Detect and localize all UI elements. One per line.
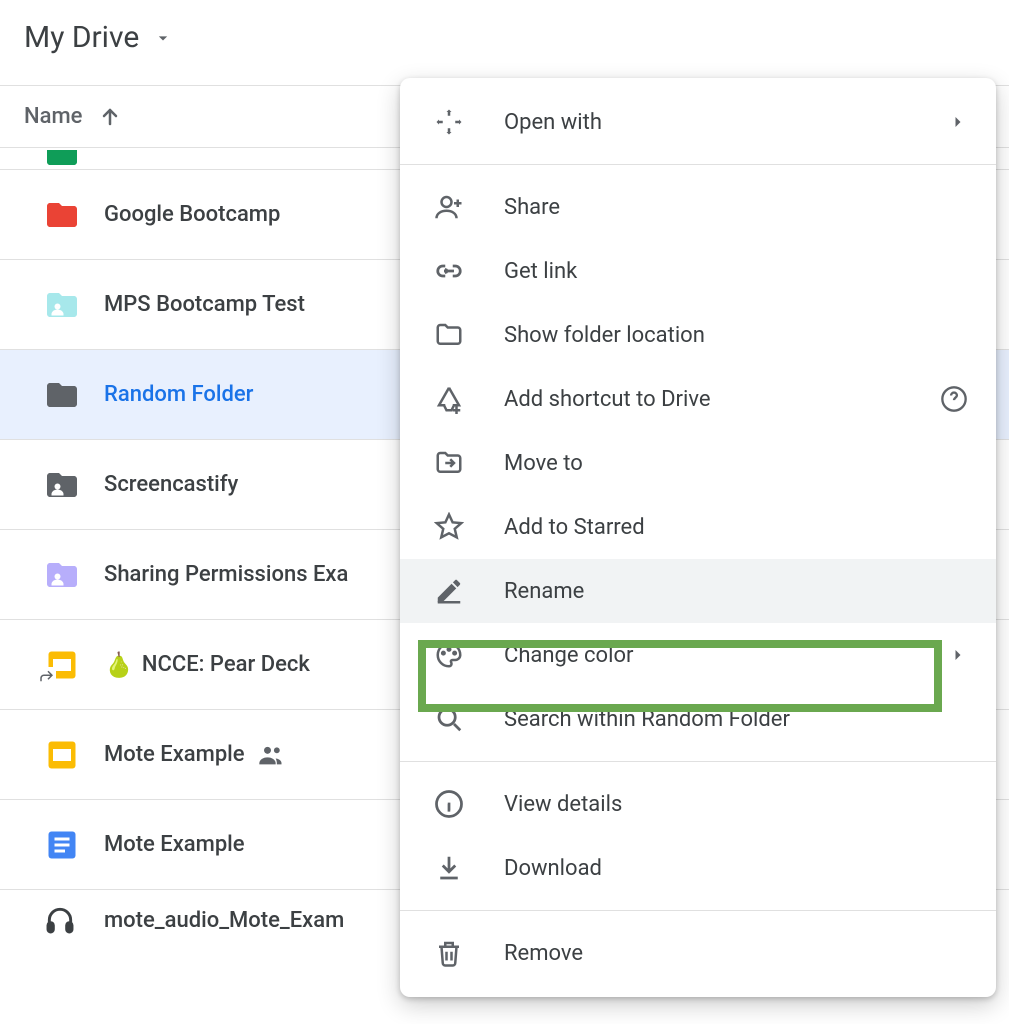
slides-shortcut-icon (44, 647, 104, 683)
shared-folder-icon (44, 287, 104, 323)
menu-add-starred[interactable]: Add to Starred (400, 495, 996, 559)
star-outline-icon (434, 512, 504, 542)
breadcrumb[interactable]: My Drive (0, 0, 1009, 85)
info-icon (434, 789, 504, 819)
search-icon (434, 704, 504, 734)
rename-icon (434, 576, 504, 606)
menu-label: Open with (504, 110, 948, 135)
breadcrumb-title: My Drive (24, 20, 139, 55)
folder-outline-icon (434, 320, 504, 350)
file-name: NCCE: Pear Deck (142, 652, 310, 677)
help-icon[interactable] (940, 385, 968, 413)
menu-view-details[interactable]: View details (400, 772, 996, 836)
folder-icon (44, 150, 104, 168)
shared-folder-icon (44, 557, 104, 593)
file-name: mote_audio_Mote_Exam (104, 908, 344, 933)
file-name: Random Folder (104, 382, 253, 407)
shared-icon (257, 741, 285, 769)
folder-icon (44, 377, 104, 413)
menu-label: Download (504, 856, 968, 881)
menu-separator (400, 164, 996, 165)
menu-open-with[interactable]: Open with (400, 90, 996, 154)
docs-icon (44, 827, 104, 863)
pear-icon: 🍐 (104, 651, 134, 679)
menu-label: Rename (504, 579, 968, 604)
menu-label: Change color (504, 643, 948, 668)
chevron-right-icon (948, 645, 968, 665)
file-name: Google Bootcamp (104, 202, 280, 227)
menu-change-color[interactable]: Change color (400, 623, 996, 687)
file-name: Sharing Permissions Exa (104, 562, 348, 587)
menu-label: Search within Random Folder (504, 707, 968, 732)
menu-label: Get link (504, 259, 968, 284)
file-name: MPS Bootcamp Test (104, 292, 305, 317)
download-icon (434, 853, 504, 883)
menu-get-link[interactable]: Get link (400, 239, 996, 303)
drive-add-icon (434, 384, 504, 414)
menu-label: Share (504, 195, 968, 220)
menu-download[interactable]: Download (400, 836, 996, 900)
menu-label: Add to Starred (504, 515, 968, 540)
sort-ascending-icon (98, 105, 122, 129)
file-name: Mote Example (104, 832, 245, 857)
link-icon (434, 256, 504, 286)
dropdown-icon (153, 28, 173, 48)
menu-separator (400, 761, 996, 762)
menu-show-folder-location[interactable]: Show folder location (400, 303, 996, 367)
chevron-right-icon (948, 112, 968, 132)
menu-remove[interactable]: Remove (400, 921, 996, 985)
move-to-icon (434, 448, 504, 478)
menu-label: Remove (504, 941, 968, 966)
menu-separator (400, 910, 996, 911)
menu-label: Move to (504, 451, 968, 476)
slides-icon (44, 737, 104, 773)
shared-folder-icon (44, 467, 104, 503)
menu-share[interactable]: Share (400, 175, 996, 239)
menu-move-to[interactable]: Move to (400, 431, 996, 495)
menu-rename[interactable]: Rename (400, 559, 996, 623)
open-with-icon (434, 107, 504, 137)
palette-icon (434, 640, 504, 670)
headphones-icon (44, 904, 104, 936)
column-header-name: Name (24, 104, 82, 129)
context-menu: Open with Share Get link Show folder loc… (400, 78, 996, 997)
person-add-icon (434, 192, 504, 222)
menu-label: View details (504, 792, 968, 817)
menu-add-shortcut[interactable]: Add shortcut to Drive (400, 367, 996, 431)
trash-icon (434, 938, 504, 968)
menu-search-within[interactable]: Search within Random Folder (400, 687, 996, 751)
file-name: Mote Example (104, 742, 245, 767)
file-name: Screencastify (104, 472, 238, 497)
menu-label: Add shortcut to Drive (504, 387, 940, 412)
folder-icon (44, 197, 104, 233)
menu-label: Show folder location (504, 323, 968, 348)
